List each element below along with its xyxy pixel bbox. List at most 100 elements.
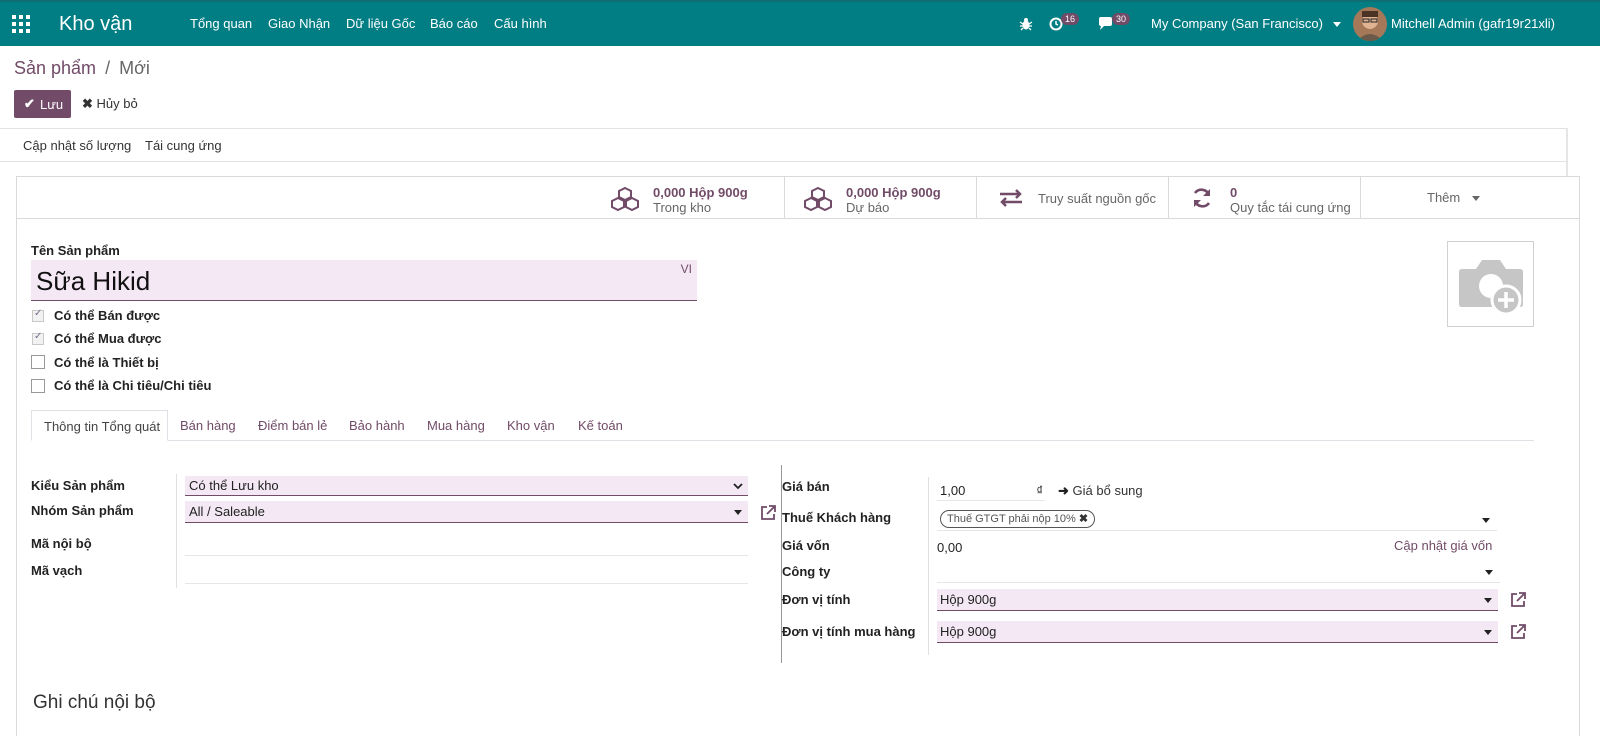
company-select[interactable] [937, 561, 1500, 583]
tab-inventory[interactable]: Kho vận [507, 418, 555, 433]
checkbox-row-expense[interactable]: Có thể là Chi tiêu/Chi tiêu [31, 378, 332, 396]
chevron-down-icon [1484, 630, 1492, 635]
user-avatar[interactable] [1353, 2, 1387, 46]
language-toggle[interactable]: VI [681, 262, 692, 276]
on-hand-label: Trong kho [653, 200, 712, 215]
discard-label: Hủy bỏ [96, 96, 138, 111]
activity-badge: 16 [1061, 13, 1080, 25]
cubes-icon [804, 187, 832, 211]
expense-checkbox[interactable] [31, 379, 45, 393]
product-name-value: Sữa Hikid [36, 266, 151, 296]
checkbox-row-sale[interactable]: Có thể Bán được [32, 308, 332, 326]
on-hand-button[interactable]: 0,000 Hộp 900g Trong kho [592, 177, 784, 219]
tab-purchase[interactable]: Mua hàng [427, 418, 485, 433]
chevron-down-icon [1485, 570, 1493, 575]
traceability-button[interactable]: Truy suất nguồn gốc [976, 177, 1168, 219]
tax-tag[interactable]: Thuế GTGT phải nộp 10% ✖ [940, 510, 1096, 528]
purchase-uom-select[interactable]: Hộp 900g [937, 621, 1498, 643]
forecast-value: 0,000 Hộp 900g [846, 185, 941, 200]
purchase-uom-label: Đơn vị tính mua hàng [782, 624, 916, 639]
company-switcher[interactable]: My Company (San Francisco) [1151, 2, 1341, 46]
checkbox-row-equipment[interactable]: Có thể là Thiết bị [31, 355, 332, 373]
internal-reference-input[interactable] [185, 532, 748, 556]
expense-label: Có thể là Chi tiêu/Chi tiêu [54, 378, 212, 393]
discard-button[interactable]: ✖ Hủy bỏ [82, 96, 138, 112]
chevron-down-icon [734, 510, 742, 515]
purchase-ok-checkbox[interactable] [32, 331, 44, 345]
tab-accounting[interactable]: Kế toán [578, 418, 623, 433]
product-category-label: Nhóm Sản phẩm [31, 503, 134, 518]
chevron-down-icon[interactable] [1482, 518, 1490, 523]
messages-badge: 30 [1112, 13, 1131, 25]
cost-value: 0,00 [937, 540, 963, 555]
product-category-select[interactable]: All / Saleable [185, 501, 748, 523]
save-button[interactable]: ✔ Lưu [14, 90, 71, 118]
forecast-button[interactable]: 0,000 Hộp 900g Dự báo [784, 177, 976, 219]
menu-configuration[interactable]: Cấu hình [494, 2, 547, 46]
activity-clock-icon[interactable]: 16 [1049, 2, 1083, 46]
on-hand-value: 0,000 Hộp 900g [653, 185, 748, 200]
replenish-button[interactable]: Tái cung ứng [145, 138, 222, 153]
left-column-divider [176, 474, 177, 588]
extra-price-button[interactable]: ➜ Giá bổ sung [1058, 483, 1143, 499]
purchase-ok-label: Có thể Mua được [54, 331, 162, 346]
sale-ok-checkbox[interactable] [32, 308, 44, 322]
traceability-label: Truy suất nguồn gốc [1038, 191, 1157, 206]
remove-tag-icon[interactable]: ✖ [1079, 513, 1088, 525]
product-category-value: All / Saleable [189, 504, 265, 519]
product-type-select[interactable]: Có thể Lưu kho [185, 476, 748, 496]
update-cost-button[interactable]: Cập nhật giá vốn [1394, 538, 1492, 553]
external-link-icon[interactable] [1509, 591, 1527, 609]
tab-sales[interactable]: Bán hàng [180, 418, 236, 433]
forecast-label: Dự báo [846, 200, 890, 215]
tab-general-info[interactable]: Thông tin Tổng quát [31, 410, 168, 441]
update-quantity-button[interactable]: Cập nhật số lượng [23, 138, 131, 153]
customer-tax-label: Thuế Khách hàng [782, 510, 892, 525]
breadcrumb-current: Mới [119, 58, 150, 78]
barcode-input[interactable] [185, 560, 748, 584]
notebook-tabs [31, 410, 1534, 441]
arrow-right-icon: ➜ [1058, 483, 1069, 498]
apps-menu-icon[interactable] [12, 2, 32, 46]
tab-pos[interactable]: Điểm bán lẻ [258, 418, 327, 433]
external-link-icon[interactable] [1509, 623, 1527, 641]
check-icon: ✔ [24, 96, 35, 111]
uom-select[interactable]: Hộp 900g [937, 589, 1498, 611]
camera-add-icon [1459, 260, 1523, 315]
chevron-down-icon [1472, 196, 1480, 201]
tab-warranty[interactable]: Bảo hành [349, 418, 405, 433]
reorder-rules-button[interactable]: 0 Quy tắc tái cung ứng [1168, 177, 1360, 219]
product-image-placeholder[interactable] [1447, 241, 1534, 327]
menu-overview[interactable]: Tổng quan [190, 2, 252, 46]
product-name-input[interactable]: Sữa Hikid VI [31, 260, 697, 301]
breadcrumb-separator: / [105, 58, 111, 78]
equipment-checkbox[interactable] [31, 355, 45, 369]
sale-price-input[interactable]: 1,00 ₫ [937, 481, 1045, 501]
chevron-down-icon [733, 483, 743, 490]
currency-symbol: ₫ [1036, 483, 1043, 498]
top-navbar: Kho vận Tổng quan Giao Nhận Dữ liệu Gốc … [0, 0, 1600, 46]
debug-bug-icon[interactable] [1019, 2, 1033, 46]
checkbox-row-purchase[interactable]: Có thể Mua được [32, 331, 332, 349]
sale-price-value: 1,00 [940, 483, 966, 498]
external-link-icon[interactable] [759, 504, 777, 522]
breadcrumb-parent[interactable]: Sản phẩm [14, 58, 96, 78]
form-toolbar: Cập nhật số lượng Tái cung ứng [0, 128, 1566, 162]
menu-reporting[interactable]: Báo cáo [430, 2, 478, 46]
tax-tag-label: Thuế GTGT phải nộp 10% [947, 513, 1076, 525]
customer-tax-input[interactable]: Thuế GTGT phải nộp 10% ✖ [937, 507, 1497, 531]
internal-reference-label: Mã nội bộ [31, 536, 92, 551]
more-button[interactable]: Thêm [1360, 177, 1552, 219]
company-name: My Company (San Francisco) [1151, 16, 1323, 31]
right-column-divider [928, 477, 929, 655]
cost-label: Giá vốn [782, 538, 830, 553]
tab-general-info-label: Thông tin Tổng quát [44, 419, 161, 434]
reorder-value: 0 [1230, 185, 1238, 200]
user-name[interactable]: Mitchell Admin (gafr19r21xli) [1391, 2, 1555, 46]
product-type-value: Có thể Lưu kho [189, 478, 279, 493]
app-name[interactable]: Kho vận [59, 2, 132, 46]
smart-buttons-bar: 0,000 Hộp 900g Trong kho 0,000 Hộp 900g … [17, 177, 1579, 219]
menu-master-data[interactable]: Dữ liệu Gốc [346, 2, 415, 46]
messages-chat-icon[interactable]: 30 [1098, 2, 1132, 46]
menu-operations[interactable]: Giao Nhận [268, 2, 330, 46]
